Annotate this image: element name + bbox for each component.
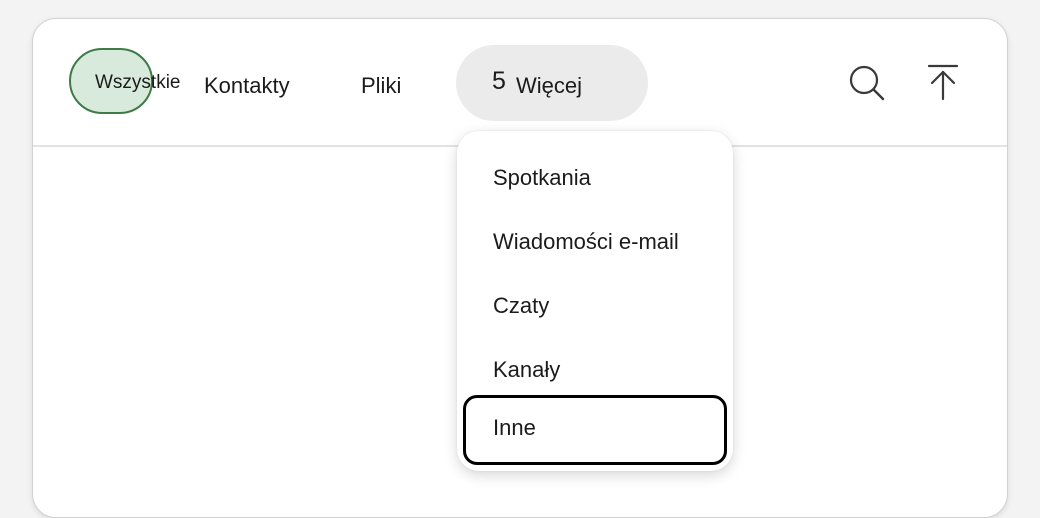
tab-all-label: Wszystkie [95, 72, 181, 93]
more-tabs-button[interactable]: 5 Więcej [456, 45, 648, 121]
menu-item-channels[interactable]: Kanały [457, 337, 733, 401]
tab-contacts[interactable]: Kontakty [204, 73, 290, 99]
menu-item-label: Wiadomości e-mail [493, 229, 679, 254]
menu-item-meetings[interactable]: Spotkania [457, 145, 733, 209]
menu-item-label: Kanały [493, 357, 561, 382]
search-icon[interactable] [845, 61, 889, 105]
more-tabs-label: Więcej [516, 73, 583, 98]
menu-item-label: Inne [493, 415, 536, 440]
menu-item-emails[interactable]: Wiadomości e-mail [457, 209, 733, 273]
menu-item-label: Czaty [493, 293, 550, 318]
menu-item-other[interactable]: Inne [463, 395, 727, 465]
arrow-up-to-line-icon[interactable] [921, 61, 965, 105]
more-tabs-menu: Spotkania Wiadomości e-mail Czaty Kanały… [457, 131, 733, 471]
more-tabs-count: 5 [492, 67, 506, 95]
search-results-panel: Wszystkie Kontakty Pliki 5 Więcej Spotka… [32, 18, 1008, 518]
tab-files[interactable]: Pliki [361, 73, 401, 99]
menu-item-chats[interactable]: Czaty [457, 273, 733, 337]
menu-item-label: Spotkania [493, 165, 591, 190]
